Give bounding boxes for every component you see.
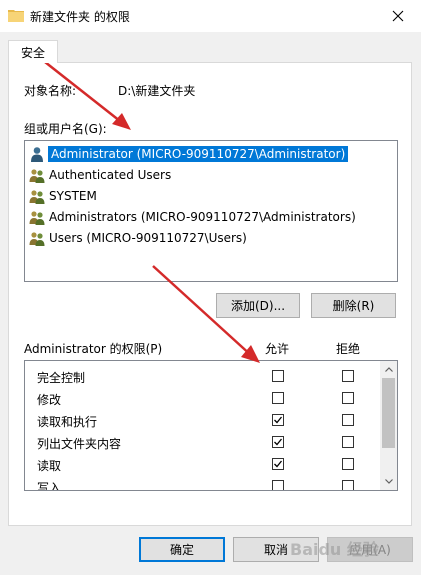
- user-icon: [31, 146, 43, 162]
- list-item[interactable]: Users (MICRO-909110727\Users): [29, 227, 247, 248]
- tab-security[interactable]: 安全: [8, 40, 58, 63]
- permission-name: 读取和执行: [37, 415, 98, 429]
- permission-row: 读取和执行: [25, 409, 381, 431]
- tab-security-label: 安全: [20, 45, 45, 60]
- allow-checkbox[interactable]: [272, 436, 284, 448]
- user-group-icon: [29, 168, 45, 183]
- object-name-label: 对象名称:: [24, 84, 77, 98]
- title-bar: 新建文件夹 的权限: [0, 0, 421, 32]
- permission-row: 修改: [25, 387, 381, 409]
- watermark: Baidu 经验: [290, 540, 379, 559]
- add-button-label: 添加(D)...: [230, 299, 286, 313]
- chevron-down-icon: [384, 479, 393, 484]
- allow-column-header: 允许: [265, 342, 290, 356]
- allow-checkbox[interactable]: [272, 458, 284, 470]
- allow-checkbox[interactable]: [272, 480, 284, 490]
- remove-button-label: 删除(R): [332, 299, 375, 313]
- user-name: Authenticated Users: [49, 167, 172, 182]
- user-name: Users (MICRO-909110727\Users): [49, 230, 247, 245]
- list-item[interactable]: Administrators (MICRO-909110727\Administ…: [29, 206, 356, 227]
- ok-button[interactable]: 确定: [139, 537, 225, 562]
- object-name-value: D:\新建文件夹: [118, 84, 196, 98]
- close-icon: [392, 10, 404, 22]
- permissions-list[interactable]: 完全控制 修改 读取和执行 列出文件夹内容 读取 写入: [24, 360, 398, 491]
- user-name: SYSTEM: [49, 188, 97, 203]
- user-name: Administrator (MICRO-909110727\Administr…: [48, 145, 349, 162]
- deny-checkbox[interactable]: [342, 458, 354, 470]
- list-item[interactable]: Authenticated Users: [29, 164, 171, 185]
- folder-icon: [8, 10, 24, 22]
- permissions-header: Administrator 的权限(P): [24, 342, 163, 356]
- user-group-icon: [29, 210, 45, 225]
- chevron-up-icon: [384, 367, 393, 372]
- scroll-thumb[interactable]: [382, 378, 395, 448]
- window-title: 新建文件夹 的权限: [30, 10, 130, 24]
- permission-row: 完全控制: [25, 365, 381, 387]
- scroll-down-button[interactable]: [380, 473, 397, 490]
- deny-column-header: 拒绝: [336, 342, 361, 356]
- permission-name: 读取: [37, 459, 62, 473]
- permission-name: 完全控制: [37, 371, 86, 385]
- allow-checkbox[interactable]: [272, 370, 284, 382]
- group-users-label: 组或用户名(G):: [24, 122, 107, 136]
- allow-checkbox[interactable]: [272, 392, 284, 404]
- permission-name: 写入: [37, 481, 62, 491]
- list-item[interactable]: SYSTEM: [29, 185, 97, 206]
- deny-checkbox[interactable]: [342, 436, 354, 448]
- user-group-icon: [29, 231, 45, 246]
- add-button[interactable]: 添加(D)...: [216, 293, 300, 318]
- cancel-button-label: 取消: [263, 543, 288, 557]
- permissions-scrollbar[interactable]: [380, 361, 397, 490]
- deny-checkbox[interactable]: [342, 480, 354, 490]
- user-group-icon: [29, 189, 45, 204]
- permission-row: 写入: [25, 475, 381, 491]
- scroll-up-button[interactable]: [380, 361, 397, 378]
- deny-checkbox[interactable]: [342, 414, 354, 426]
- deny-checkbox[interactable]: [342, 392, 354, 404]
- permission-row: 读取: [25, 453, 381, 475]
- ok-button-label: 确定: [169, 543, 194, 557]
- close-button[interactable]: [375, 0, 421, 32]
- permission-row: 列出文件夹内容: [25, 431, 381, 453]
- users-listbox[interactable]: Administrator (MICRO-909110727\Administr…: [24, 140, 398, 282]
- permission-name: 列出文件夹内容: [37, 437, 122, 451]
- allow-checkbox[interactable]: [272, 414, 284, 426]
- deny-checkbox[interactable]: [342, 370, 354, 382]
- user-name: Administrators (MICRO-909110727\Administ…: [49, 209, 356, 224]
- list-item[interactable]: Administrator (MICRO-909110727\Administr…: [29, 143, 349, 164]
- remove-button[interactable]: 删除(R): [311, 293, 396, 318]
- permission-name: 修改: [37, 393, 62, 407]
